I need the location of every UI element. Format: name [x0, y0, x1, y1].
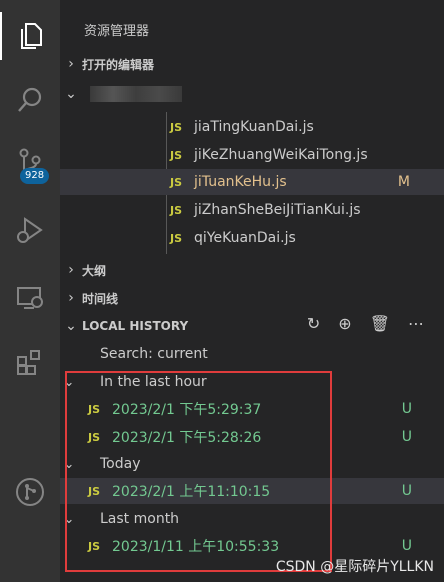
- chevron-down-icon: ⌄: [65, 86, 77, 102]
- files-icon[interactable]: [0, 12, 60, 60]
- modified-badge: M: [397, 174, 410, 190]
- js-file-icon: JS: [170, 175, 183, 189]
- section-outline[interactable]: › 大纲: [60, 258, 444, 282]
- activity-bar: 928: [0, 0, 60, 582]
- untracked-badge: U: [401, 429, 412, 445]
- local-history-actions: ↻ ⊕ 🗑 ⋯: [307, 314, 424, 333]
- chevron-right-icon: ›: [68, 262, 74, 278]
- file-name: jiaTingKuanDai.js: [194, 119, 314, 135]
- js-file-icon: JS: [170, 231, 183, 245]
- file-item[interactable]: JS jiZhanSheBeiJiTianKui.js: [60, 197, 444, 223]
- remote-explorer-icon[interactable]: [0, 274, 60, 322]
- more-icon[interactable]: ⋯: [408, 314, 424, 333]
- search-icon[interactable]: [0, 76, 60, 124]
- untracked-badge: U: [401, 401, 412, 417]
- section-label: LOCAL HISTORY: [82, 319, 189, 333]
- file-name: jiTuanKeHu.js: [194, 174, 287, 190]
- refresh-icon[interactable]: ↻: [307, 314, 320, 333]
- section-timeline[interactable]: › 时间线: [60, 286, 444, 310]
- search-label: Search: current: [100, 346, 208, 362]
- js-file-icon: JS: [170, 120, 183, 134]
- file-item-selected[interactable]: JS jiTuanKeHu.js M: [60, 169, 444, 195]
- js-file-icon: JS: [170, 203, 183, 217]
- untracked-badge: U: [401, 483, 412, 499]
- zoom-in-icon[interactable]: ⊕: [338, 314, 351, 333]
- file-item[interactable]: JS qiYeKuanDai.js: [60, 225, 444, 251]
- extensions-icon[interactable]: [0, 338, 60, 386]
- section-label: 时间线: [82, 291, 119, 306]
- search-label-row: Search: current: [60, 341, 444, 367]
- file-name: jiKeZhuangWeiKaiTong.js: [194, 147, 368, 163]
- chevron-right-icon: ›: [68, 290, 74, 306]
- source-control-icon[interactable]: 928: [0, 138, 60, 186]
- trash-icon[interactable]: 🗑: [370, 314, 390, 333]
- chevron-right-icon: ›: [68, 56, 74, 72]
- section-label: 大纲: [82, 263, 107, 278]
- watermark: CSDN @星际碎片YLLKN: [275, 559, 434, 575]
- file-name: qiYeKuanDai.js: [194, 230, 296, 246]
- section-open-editors[interactable]: › 打开的编辑器: [60, 52, 444, 76]
- git-graph-icon[interactable]: [0, 468, 60, 516]
- chevron-down-icon: ⌄: [65, 318, 77, 334]
- source-control-badge: 928: [20, 168, 50, 184]
- blurred-folder-name: [90, 86, 182, 102]
- file-item[interactable]: JS jiKeZhuangWeiKaiTong.js: [60, 142, 444, 168]
- section-label: 打开的编辑器: [82, 57, 155, 72]
- file-item[interactable]: JS jiaTingKuanDai.js: [60, 114, 444, 140]
- file-name: jiZhanSheBeiJiTianKui.js: [194, 202, 361, 218]
- highlight-box: [65, 371, 332, 572]
- untracked-badge: U: [401, 538, 412, 554]
- js-file-icon: JS: [170, 148, 183, 162]
- run-debug-icon[interactable]: [0, 206, 60, 254]
- sidebar-title: 资源管理器: [84, 24, 150, 39]
